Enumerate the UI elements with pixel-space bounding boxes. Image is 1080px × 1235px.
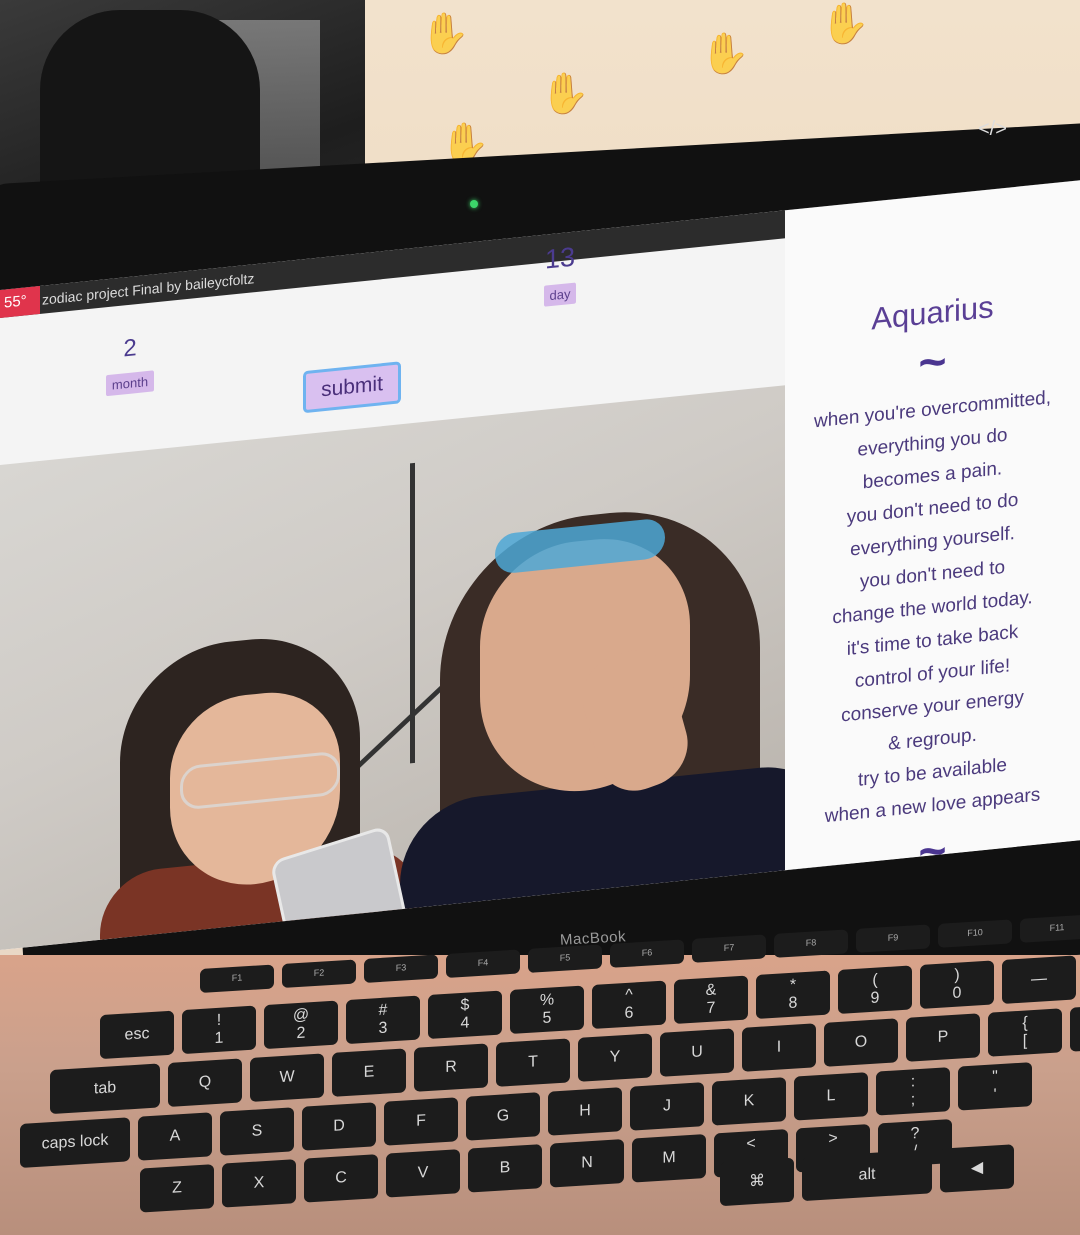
keyboard-key[interactable]: : ; [876,1067,950,1116]
painted-hand-icon: ✋ [540,72,590,116]
keyboard-key[interactable]: { [ [988,1008,1062,1057]
painted-hand-icon: ✋ [420,12,470,56]
painted-hand-icon: ✋ [700,32,750,76]
keyboard-key[interactable]: — [1002,955,1076,1004]
day-label: day [543,282,577,307]
painted-hand-icon: ✋ [820,2,870,46]
keyboard-key[interactable]: D [302,1102,376,1151]
code-view-icon[interactable]: </> [978,118,1007,141]
webcam-feed [0,379,840,950]
keyboard-key[interactable]: W [250,1053,324,1102]
keyboard-key[interactable]: G [466,1092,540,1141]
keyboard-key[interactable]: * 8 [756,970,830,1019]
keyboard-key[interactable]: F2 [282,959,356,988]
status-temp-badge: 55° [0,285,40,318]
keyboard-key[interactable]: R [414,1043,488,1092]
keyboard-key[interactable]: ! 1 [182,1005,256,1055]
keyboard-key[interactable]: # 3 [346,995,420,1045]
keyboard-key[interactable]: L [794,1072,868,1121]
keyboard-key[interactable]: % 5 [510,985,584,1035]
keyboard-key[interactable]: H [548,1087,622,1136]
keyboard-key[interactable]: J [630,1082,704,1131]
keyboard-key[interactable]: F6 [610,939,684,968]
webcam-light [470,200,478,208]
horoscope-panel: Aquarius ~ when you're overcommitted, ev… [785,180,1080,880]
keyboard-key[interactable]: F10 [938,919,1012,948]
keyboard-key[interactable]: F8 [774,929,848,958]
keyboard-key[interactable]: P [906,1013,980,1062]
keyboard-key[interactable]: " ' [958,1062,1032,1111]
keyboard-key[interactable]: F [384,1097,458,1146]
keyboard-key[interactable]: ^ 6 [592,980,666,1030]
day-value: 13 [544,241,576,275]
browser-viewport: 55° zodiac project Final by baileycfoltz… [0,180,1080,950]
day-field[interactable]: 13 day [530,240,590,308]
keyboard-key[interactable]: F4 [446,949,520,978]
keyboard-key[interactable]: B [468,1144,542,1193]
laptop-screen: 55° zodiac project Final by baileycfoltz… [0,180,1080,950]
keyboard-key[interactable]: N [550,1139,624,1188]
keyboard-key[interactable]: } ] [1070,1003,1080,1052]
keyboard-key[interactable]: @ 2 [264,1000,338,1050]
keyboard-key[interactable]: & 7 [674,975,748,1024]
keyboard-key[interactable]: F11 [1020,914,1080,943]
keyboard-key[interactable]: F9 [856,924,930,953]
keyboard-key[interactable]: F5 [528,944,602,973]
keyboard-key[interactable]: $ 4 [428,990,502,1040]
month-value: 2 [123,334,137,363]
keyboard-key[interactable]: esc [100,1010,174,1060]
keyboard-key[interactable]: X [222,1159,296,1208]
keyboard-key[interactable]: I [742,1023,816,1072]
keyboard-key[interactable]: ( 9 [838,965,912,1014]
keyboard-key[interactable]: caps lock [20,1117,130,1168]
keyboard-key[interactable]: Z [140,1164,214,1213]
keyboard-key[interactable]: F3 [364,954,438,983]
keyboard-key[interactable]: tab [50,1063,160,1115]
keyboard-key[interactable]: C [304,1154,378,1203]
submit-button[interactable]: submit [303,361,401,414]
keyboard-key[interactable]: K [712,1077,786,1126]
keyboard-key[interactable]: ⌘ [720,1157,794,1207]
wall-stripe [344,674,456,780]
keyboard-key[interactable]: E [332,1048,406,1097]
keyboard-key[interactable]: S [220,1107,294,1156]
keyboard-key[interactable]: A [138,1112,212,1161]
month-field[interactable]: 2 month [100,332,160,397]
keyboard-key[interactable]: ) 0 [920,960,994,1009]
keyboard-key[interactable]: M [632,1134,706,1183]
keyboard-key[interactable]: T [496,1038,570,1087]
keyboard-key[interactable]: V [386,1149,460,1198]
keyboard-key[interactable]: alt [802,1149,932,1202]
keyboard-key[interactable]: ◀ [940,1144,1014,1193]
horoscope-text: when you're overcommitted, everything yo… [785,378,1080,837]
keyboard-key[interactable]: O [824,1018,898,1067]
keyboard-key[interactable]: Q [168,1058,242,1107]
keyboard-key[interactable]: U [660,1028,734,1077]
month-label: month [105,370,155,397]
keyboard-key[interactable]: Y [578,1033,652,1082]
keyboard-key[interactable]: F7 [692,934,766,963]
keyboard-key[interactable]: F1 [200,964,274,993]
